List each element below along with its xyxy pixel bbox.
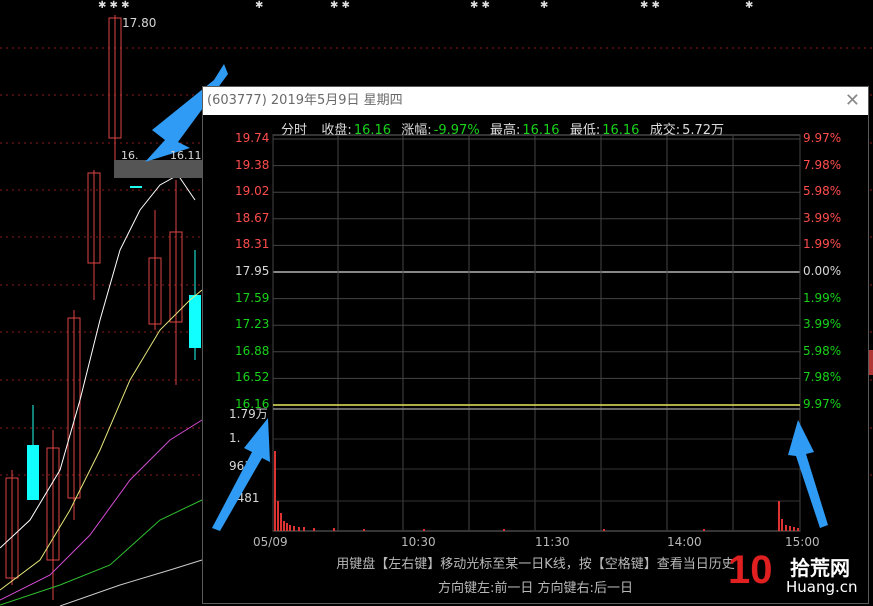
watermark-number: 10	[728, 548, 773, 592]
watermark-title: 拾荒网	[790, 556, 850, 580]
annotation-arrows	[212, 418, 828, 531]
watermark: 10 拾荒网 Huang.cn	[728, 548, 868, 600]
watermark-domain: Huang.cn	[786, 578, 858, 596]
